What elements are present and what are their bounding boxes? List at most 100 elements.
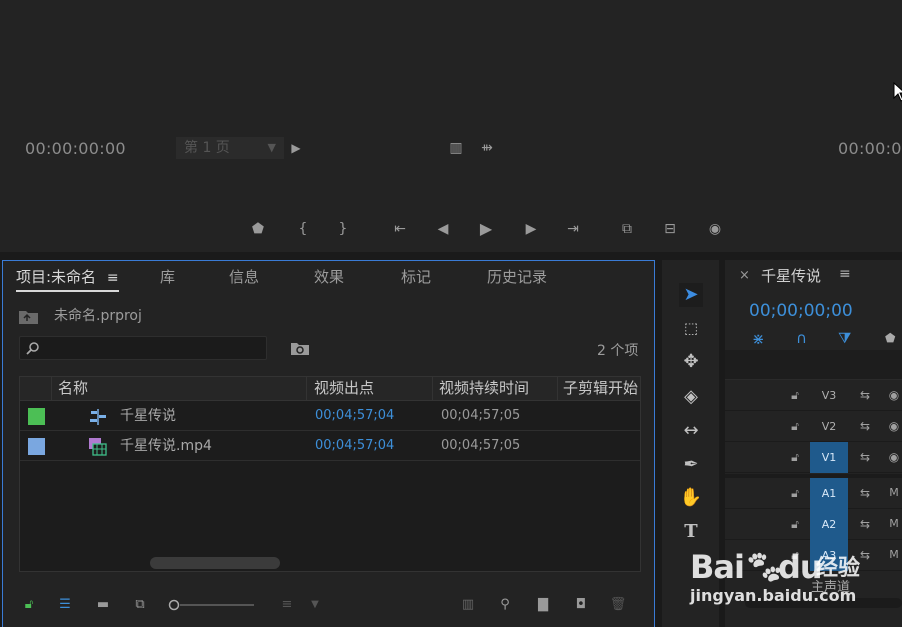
track-label[interactable]: A1: [810, 478, 848, 509]
lock-icon[interactable]: 🔓︎: [788, 486, 802, 500]
track-label[interactable]: V2: [810, 411, 848, 442]
track-select-tool-icon[interactable]: ⬚: [679, 316, 703, 340]
overwrite-icon[interactable]: ⊟: [660, 219, 680, 239]
panel-divider: [0, 252, 902, 260]
sequence-tab-title[interactable]: 千星传说: [761, 265, 821, 286]
step-forward-icon[interactable]: ▶: [521, 219, 541, 239]
label-color-swatch[interactable]: [28, 438, 45, 455]
sync-lock-icon[interactable]: ⇆: [858, 419, 872, 433]
time-ruler[interactable]: [725, 350, 902, 380]
zoom-slider[interactable]: [168, 598, 254, 612]
table-row[interactable]: 千星传说.mp4 00;04;57;04 00;04;57;05: [20, 432, 640, 461]
lock-icon[interactable]: 🔓︎: [19, 597, 39, 613]
list-view-icon[interactable]: ☰: [55, 597, 75, 613]
eye-icon[interactable]: ◉: [887, 388, 901, 402]
sort-icon[interactable]: ≡: [277, 597, 297, 613]
mark-out-icon[interactable]: }: [333, 219, 353, 239]
step-back-icon[interactable]: ◀: [433, 219, 453, 239]
find-icon[interactable]: ⚲: [495, 597, 515, 613]
tab-project[interactable]: 项目:未命名 ≡: [16, 268, 119, 292]
chevron-down-icon[interactable]: ▼: [305, 597, 325, 613]
sync-lock-icon[interactable]: ⇆: [858, 517, 872, 531]
sync-lock-icon[interactable]: ⇆: [858, 388, 872, 402]
close-icon[interactable]: ×: [739, 268, 750, 283]
hand-tool-icon[interactable]: ✋: [679, 486, 703, 510]
source-monitor: 00:00:00:00 第 1 页 ▼ ▶ ▥ ⇻ 00:00:00 ⬟ { }…: [0, 0, 902, 252]
track-v2[interactable]: 🔓︎ V2 ⇆ ◉: [725, 411, 902, 442]
new-item-icon[interactable]: ◘: [571, 597, 591, 613]
col-divider: [306, 377, 307, 401]
timeline-timecode[interactable]: 00;00;00;00: [749, 301, 853, 321]
settings-wave-icon[interactable]: ⇻: [477, 138, 497, 158]
page-select[interactable]: 第 1 页 ▼: [176, 137, 284, 159]
lock-icon[interactable]: 🔓︎: [788, 419, 802, 433]
clip-name[interactable]: 千星传说: [120, 402, 176, 430]
col-subclip-start[interactable]: 子剪辑开始: [563, 377, 640, 401]
tab-library[interactable]: 库: [160, 268, 175, 292]
magnet-icon[interactable]: ∩: [796, 329, 807, 347]
eye-icon[interactable]: ◉: [887, 450, 901, 464]
icon-view-icon[interactable]: ▬: [93, 597, 113, 613]
col-video-out[interactable]: 视频出点: [314, 377, 374, 401]
tab-effects[interactable]: 效果: [314, 268, 344, 292]
label-color-swatch[interactable]: [28, 408, 45, 425]
track-label[interactable]: V3: [810, 380, 848, 411]
page-select-value: 第 1 页: [184, 140, 230, 156]
eye-icon[interactable]: ◉: [887, 419, 901, 433]
ripple-edit-tool-icon[interactable]: ✥: [679, 350, 703, 374]
clip-name[interactable]: 千星传说.mp4: [120, 432, 212, 460]
sync-lock-icon[interactable]: ⇆: [858, 548, 872, 562]
automate-sequence-icon[interactable]: ▥: [458, 597, 478, 613]
menu-icon[interactable]: ≡: [107, 270, 119, 286]
mute-icon[interactable]: M: [887, 517, 901, 531]
timecode-current[interactable]: 00:00:00:00: [25, 139, 126, 158]
pen-tool-icon[interactable]: ✒: [679, 453, 703, 477]
new-bin-icon[interactable]: ▇: [533, 597, 553, 613]
snap-icon[interactable]: ⋇: [752, 330, 765, 348]
track-v1[interactable]: 🔓︎ V1 ⇆ ◉: [725, 442, 902, 473]
lock-icon[interactable]: 🔓︎: [788, 450, 802, 464]
slip-tool-icon[interactable]: ↔: [679, 419, 703, 443]
lock-icon[interactable]: 🔓︎: [788, 388, 802, 402]
mute-icon[interactable]: M: [887, 548, 901, 562]
sync-lock-icon[interactable]: ⇆: [858, 450, 872, 464]
track-a1[interactable]: 🔓︎ A1 ⇆ M: [725, 478, 902, 509]
mark-in-icon[interactable]: {: [293, 219, 313, 239]
folder-up-icon[interactable]: [18, 307, 40, 325]
search-input[interactable]: [19, 336, 267, 360]
razor-tool-icon[interactable]: ◈: [679, 385, 703, 409]
type-tool-icon[interactable]: T: [679, 520, 703, 544]
lock-icon[interactable]: 🔓︎: [788, 517, 802, 531]
track-v3[interactable]: 🔓︎ V3 ⇆ ◉: [725, 380, 902, 411]
play-triangle-icon[interactable]: ▶: [286, 138, 306, 158]
track-label[interactable]: A2: [810, 509, 848, 540]
mute-icon[interactable]: M: [887, 486, 901, 500]
table-row[interactable]: 千星传说 00;04;57;04 00;04;57;05: [20, 402, 640, 431]
marker-icon[interactable]: ⬟: [248, 219, 268, 239]
play-icon[interactable]: ▶: [476, 219, 496, 239]
trash-icon[interactable]: 🗑︎: [608, 597, 628, 613]
col-name[interactable]: 名称: [58, 377, 88, 401]
tab-markers[interactable]: 标记: [401, 268, 431, 292]
camera-icon[interactable]: ◉: [705, 219, 725, 239]
tab-history[interactable]: 历史记录: [487, 268, 547, 292]
tab-info[interactable]: 信息: [229, 268, 259, 292]
insert-icon[interactable]: ⧉: [617, 219, 637, 239]
track-a2[interactable]: 🔓︎ A2 ⇆ M: [725, 509, 902, 540]
new-search-bin-icon[interactable]: [290, 340, 310, 356]
selection-tool-icon[interactable]: ➤: [679, 283, 703, 307]
horizontal-scrollbar[interactable]: [150, 557, 280, 569]
col-video-duration[interactable]: 视频持续时间: [439, 377, 529, 401]
marker-icon[interactable]: ⬟: [885, 331, 895, 345]
track-label[interactable]: V1: [810, 442, 848, 473]
sync-lock-icon[interactable]: ⇆: [858, 486, 872, 500]
linked-selection-icon[interactable]: ⧩: [838, 329, 851, 347]
watermark-jingyan: 经验: [816, 556, 861, 581]
go-to-out-icon[interactable]: ⇥: [563, 219, 583, 239]
film-icon[interactable]: ▥: [446, 138, 466, 158]
go-to-in-icon[interactable]: ⇤: [390, 219, 410, 239]
menu-icon[interactable]: ≡: [839, 266, 851, 282]
freeform-view-icon[interactable]: ⧉: [130, 597, 150, 613]
video-out-point[interactable]: 00;04;57;04: [315, 402, 394, 430]
video-out-point[interactable]: 00;04;57;04: [315, 432, 394, 460]
